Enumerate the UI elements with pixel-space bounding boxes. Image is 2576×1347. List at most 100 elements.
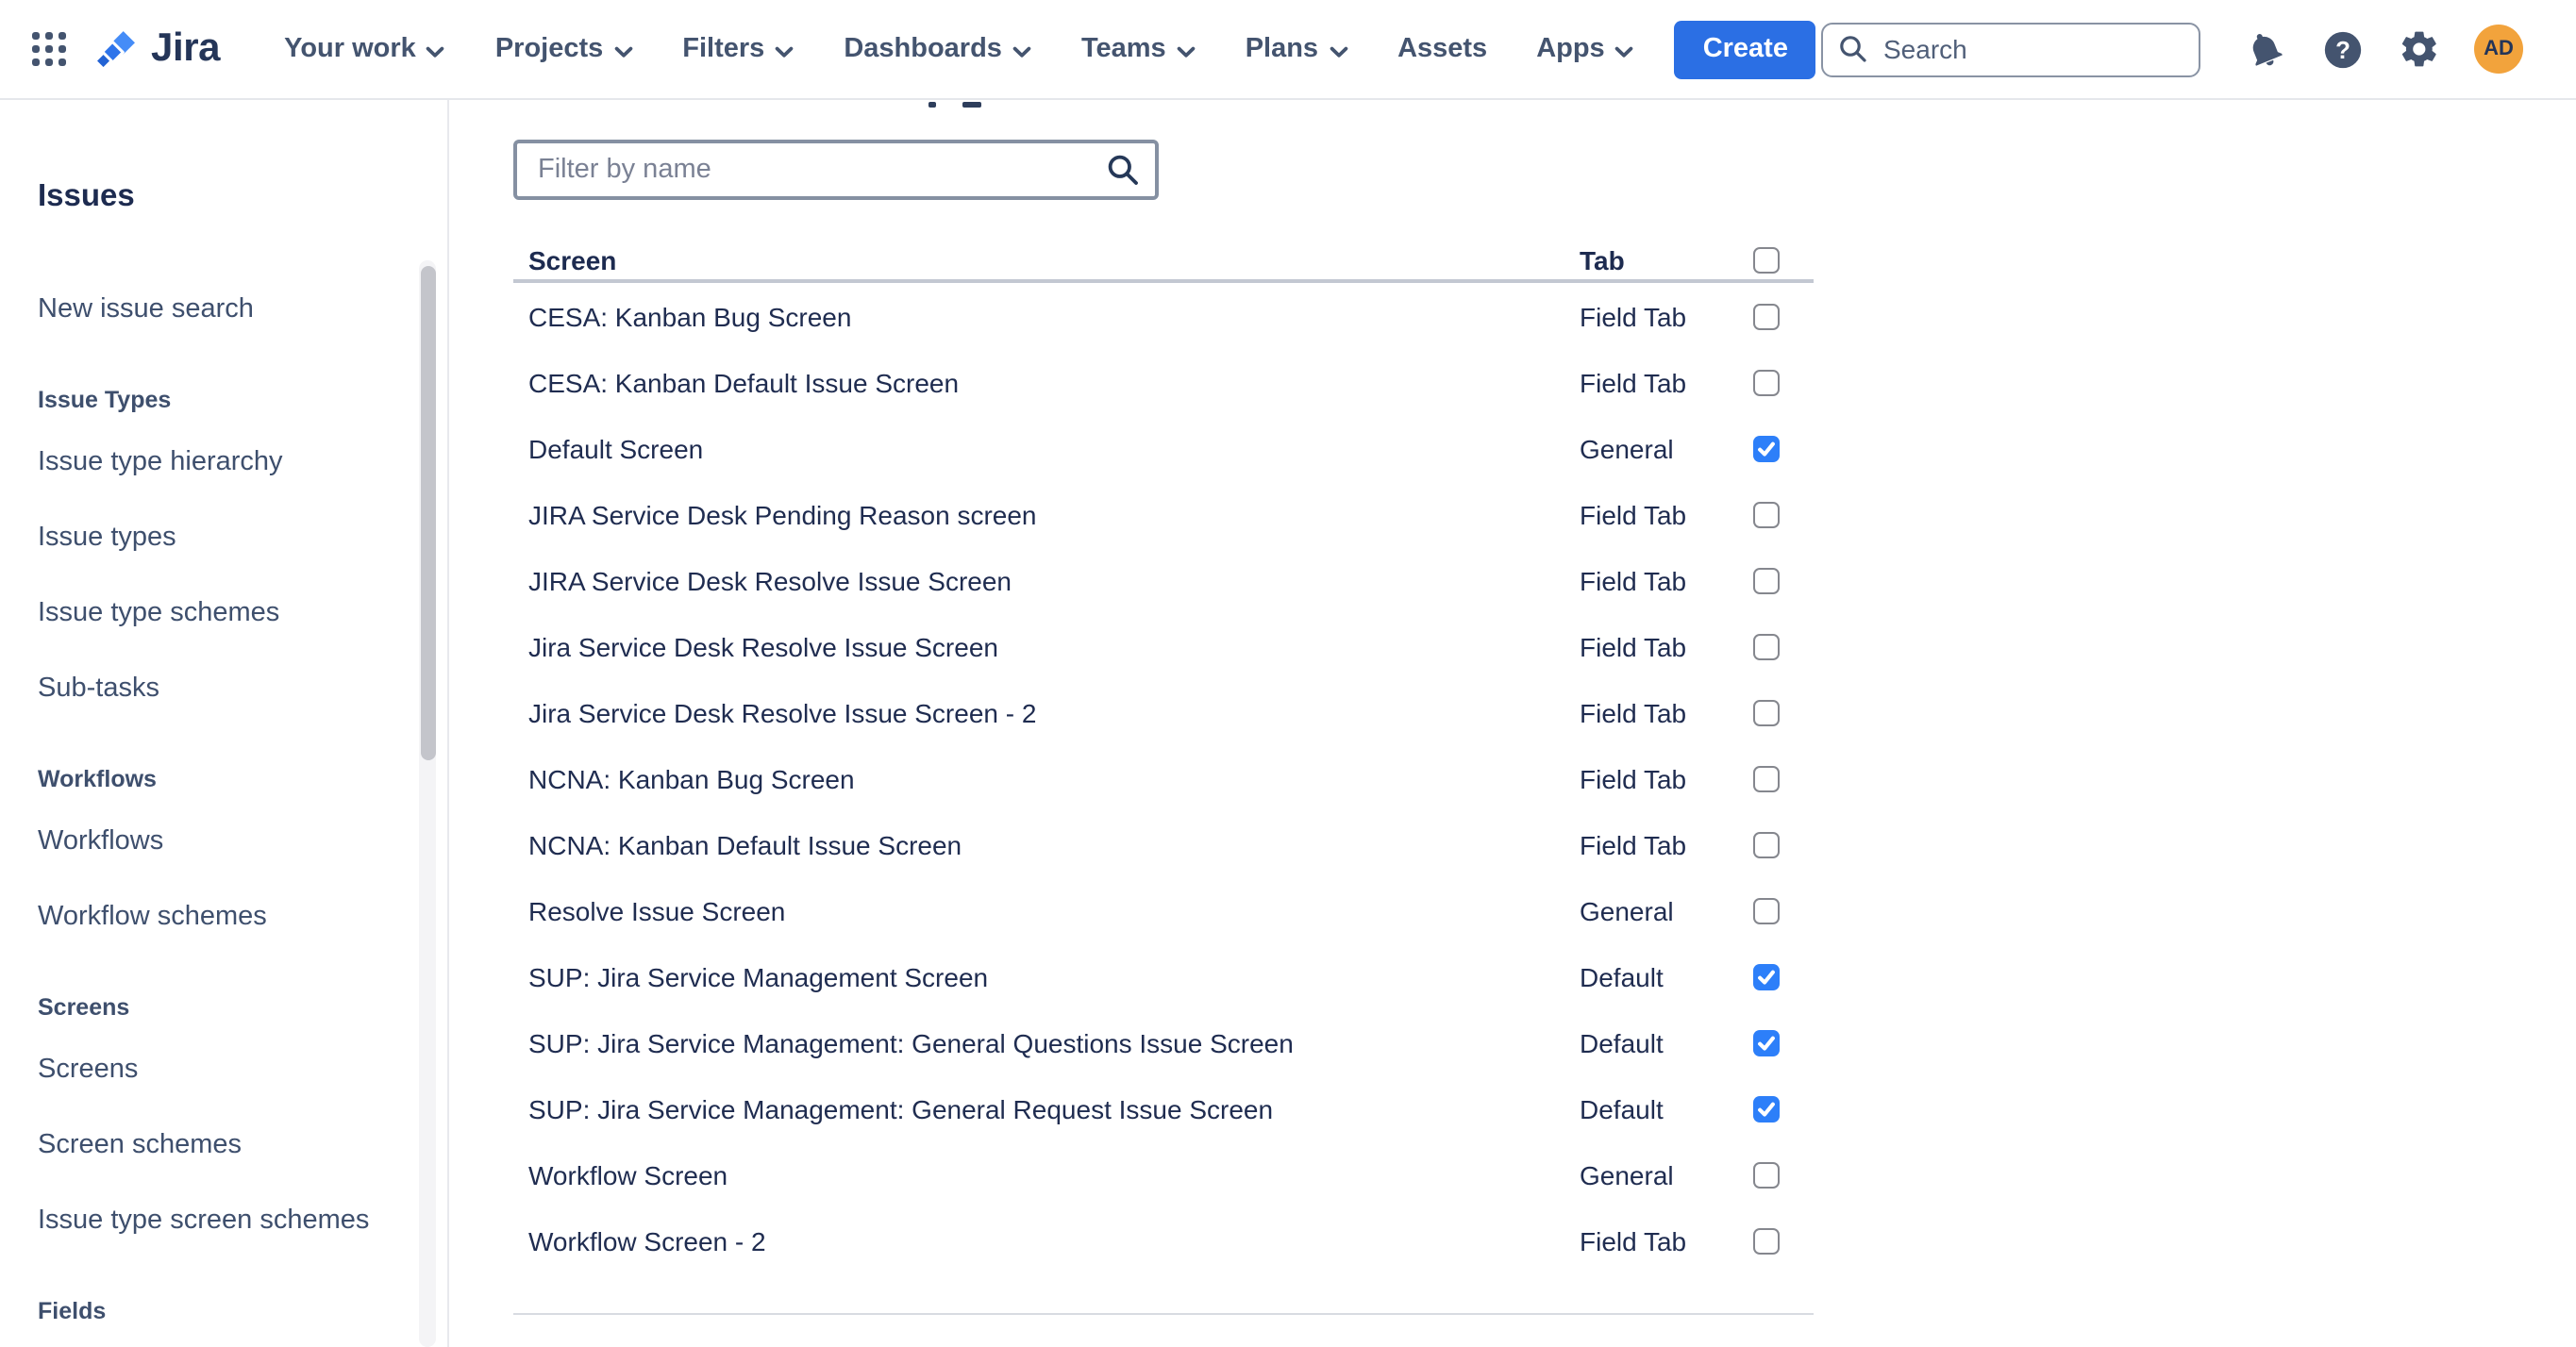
row-checkbox-checked[interactable] [1753, 1095, 1780, 1122]
nav-menu-label: Dashboards [844, 34, 1002, 64]
sidebar-section-heading-fields: Fields [38, 1287, 391, 1336]
nav-menu-label: Apps [1536, 34, 1605, 64]
settings-button[interactable] [2397, 26, 2442, 72]
sidebar-item-issue-type-hierarchy[interactable]: Issue type hierarchy [38, 424, 391, 500]
table-row: Default ScreenGeneral [513, 415, 1814, 481]
table-row: Jira Service Desk Resolve Issue Screen -… [513, 679, 1814, 745]
row-checkbox[interactable] [1753, 831, 1780, 857]
column-header-tab: Tab [1580, 245, 1719, 275]
svg-text:?: ? [2334, 37, 2350, 63]
table-row: Jira Service Desk Resolve Issue ScreenFi… [513, 613, 1814, 679]
app-switcher-icon[interactable] [32, 32, 66, 66]
sidebar-item-screen-schemes[interactable]: Screen schemes [38, 1107, 391, 1183]
screen-name-cell: SUP: Jira Service Management: General Qu… [528, 1027, 1580, 1057]
settings-sidebar: Issues New issue searchIssue TypesIssue … [0, 100, 449, 1347]
screen-name-cell: JIRA Service Desk Resolve Issue Screen [528, 565, 1580, 595]
screens-table-body: CESA: Kanban Bug ScreenField TabCESA: Ka… [513, 283, 1814, 1273]
notifications-button[interactable] [2242, 26, 2287, 72]
sidebar-section-heading-workflows: Workflows [38, 755, 391, 804]
tab-cell: General [1580, 433, 1719, 463]
tab-cell: Default [1580, 961, 1719, 991]
tab-cell: Default [1580, 1027, 1719, 1057]
screen-name-cell: NCNA: Kanban Default Issue Screen [528, 829, 1580, 859]
row-checkbox[interactable] [1753, 369, 1780, 395]
row-checkbox-checked[interactable] [1753, 1029, 1780, 1056]
checkmark-icon [1755, 1097, 1778, 1120]
row-checkbox[interactable] [1753, 699, 1780, 725]
tab-cell: Field Tab [1580, 763, 1719, 793]
row-checkbox-checked[interactable] [1753, 435, 1780, 461]
tab-cell: General [1580, 895, 1719, 925]
table-row: SUP: Jira Service Management: General Qu… [513, 1009, 1814, 1075]
chevron-down-icon [1614, 42, 1635, 59]
jira-logo[interactable]: Jira [92, 25, 220, 73]
table-row: Workflow ScreenGeneral [513, 1141, 1814, 1207]
search-input[interactable] [1821, 22, 2200, 76]
sidebar-groups: New issue search Issue TypesIssue type hi… [38, 272, 391, 1336]
screen-name-cell: Workflow Screen [528, 1159, 1580, 1189]
sidebar-section-heading-issue-types: Issue Types [38, 375, 391, 424]
select-all-checkbox[interactable] [1753, 247, 1780, 274]
nav-menu-label: Your work [284, 34, 416, 64]
nav-menu-apps[interactable]: Apps [1536, 34, 1635, 64]
screen-name-cell: SUP: Jira Service Management Screen [528, 961, 1580, 991]
filter-by-name-input[interactable] [513, 140, 1159, 200]
row-checkbox-checked[interactable] [1753, 963, 1780, 989]
filter-search-icon [1106, 153, 1140, 187]
nav-menu-label: Assets [1397, 34, 1487, 64]
help-button[interactable]: ? [2319, 26, 2365, 72]
nav-menu-your-work[interactable]: Your work [284, 34, 446, 64]
sidebar-item-screens[interactable]: Screens [38, 1032, 391, 1107]
screen-name-cell: JIRA Service Desk Pending Reason screen [528, 499, 1580, 529]
create-button[interactable]: Create [1675, 20, 1816, 78]
sidebar-scrollbar-track[interactable] [419, 260, 436, 1347]
chevron-down-icon [774, 42, 795, 59]
screen-name-cell: SUP: Jira Service Management: General Re… [528, 1093, 1580, 1123]
sidebar-item-workflows[interactable]: Workflows [38, 804, 391, 879]
table-row: Resolve Issue ScreenGeneral [513, 877, 1814, 943]
row-checkbox[interactable] [1753, 1161, 1780, 1188]
user-avatar[interactable]: AD [2474, 25, 2523, 74]
clipped-text-fragment [962, 102, 981, 108]
table-row: CESA: Kanban Default Issue ScreenField T… [513, 349, 1814, 415]
nav-menu-dashboards[interactable]: Dashboards [844, 34, 1032, 64]
checkmark-icon [1755, 965, 1778, 988]
sidebar-item-workflow-schemes[interactable]: Workflow schemes [38, 879, 391, 955]
table-row: CESA: Kanban Bug ScreenField Tab [513, 283, 1814, 349]
sidebar-item-sub-tasks[interactable]: Sub-tasks [38, 651, 391, 726]
row-checkbox[interactable] [1753, 897, 1780, 923]
row-checkbox[interactable] [1753, 1227, 1780, 1254]
nav-menu-projects[interactable]: Projects [495, 34, 633, 64]
column-header-screen: Screen [528, 245, 1580, 275]
tab-cell: Field Tab [1580, 697, 1719, 727]
filter-field [513, 140, 1159, 200]
sidebar-item-issue-types[interactable]: Issue types [38, 500, 391, 575]
tab-cell: Field Tab [1580, 565, 1719, 595]
nav-menu-teams[interactable]: Teams [1081, 34, 1196, 64]
chevron-down-icon [1328, 42, 1348, 59]
sidebar-item-issue-type-screen-schemes[interactable]: Issue type screen schemes [38, 1183, 391, 1258]
table-footer-divider [513, 1313, 1814, 1315]
nav-menu-plans[interactable]: Plans [1246, 34, 1348, 64]
clipped-text-fragment [928, 102, 936, 108]
row-checkbox[interactable] [1753, 567, 1780, 593]
screens-table: Screen Tab CESA: Kanban Bug ScreenField … [513, 241, 1814, 1315]
sidebar-item-issue-type-schemes[interactable]: Issue type schemes [38, 575, 391, 651]
row-checkbox[interactable] [1753, 765, 1780, 791]
tab-cell: Field Tab [1580, 829, 1719, 859]
gear-icon [2399, 28, 2440, 70]
tab-cell: General [1580, 1159, 1719, 1189]
question-mark-icon: ? [2320, 27, 2364, 71]
row-checkbox[interactable] [1753, 303, 1780, 329]
sidebar-scrollbar-thumb[interactable] [420, 266, 435, 760]
nav-menu-label: Teams [1081, 34, 1166, 64]
main-content: Screen Tab CESA: Kanban Bug ScreenField … [449, 100, 2576, 1347]
row-checkbox[interactable] [1753, 633, 1780, 659]
sidebar-item-new-issue-search[interactable]: New issue search [38, 272, 391, 347]
sidebar-section-heading-screens: Screens [38, 983, 391, 1032]
table-row: SUP: Jira Service Management ScreenDefau… [513, 943, 1814, 1009]
global-search [1821, 22, 2200, 76]
nav-menu-assets[interactable]: Assets [1397, 34, 1487, 64]
nav-menu-filters[interactable]: Filters [682, 34, 795, 64]
row-checkbox[interactable] [1753, 501, 1780, 527]
